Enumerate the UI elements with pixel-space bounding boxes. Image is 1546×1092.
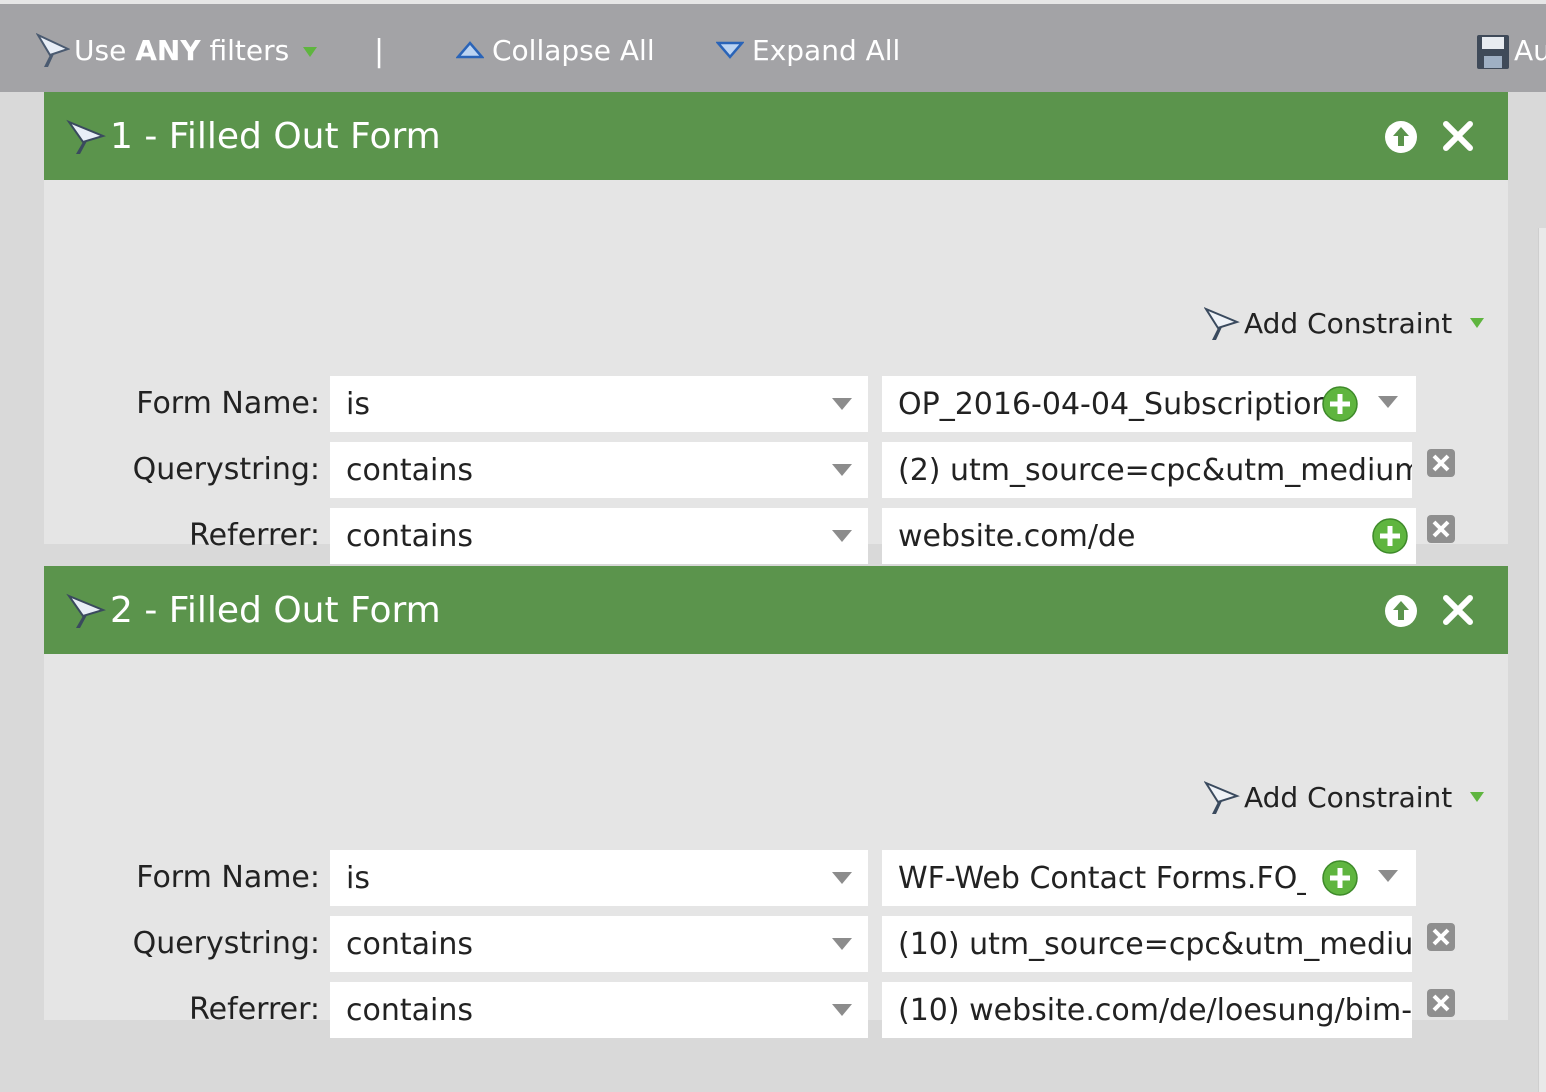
operator-value: contains: [346, 518, 473, 554]
filter-mode-suffix: filters: [200, 33, 290, 67]
filter-card-2: 2 - Filled Out Form Add Constraint Form …: [44, 566, 1508, 1038]
filter-card-title: 1 - Filled Out Form: [110, 115, 441, 157]
filter-card-body: Add Constraint Form Name: is OP_2016-04-…: [44, 180, 1508, 564]
form-name-label: Form Name:: [136, 386, 320, 421]
filter-card-header[interactable]: 2 - Filled Out Form: [44, 566, 1508, 654]
funnel-icon: [36, 32, 70, 67]
querystring-operator-select[interactable]: contains: [330, 916, 868, 972]
add-constraint-button[interactable]: Add Constraint: [1204, 304, 1485, 342]
filter-logic-dropdown[interactable]: Use ANY filters: [36, 30, 318, 70]
filter-card-1: 1 - Filled Out Form Add Constraint Form …: [44, 92, 1508, 564]
caret-down-icon: [832, 530, 852, 542]
form-name-operator-select[interactable]: is: [330, 850, 868, 906]
funnel-icon: [66, 593, 106, 628]
add-constraint-button[interactable]: Add Constraint: [1204, 778, 1485, 816]
caret-down-icon[interactable]: [1378, 870, 1398, 882]
querystring-operator-select[interactable]: contains: [330, 442, 868, 498]
referrer-value: website.com/de: [898, 518, 1136, 554]
remove-row-icon[interactable]: [1426, 448, 1456, 478]
move-up-icon[interactable]: [1384, 120, 1418, 154]
move-up-icon[interactable]: [1384, 594, 1418, 628]
add-constraint-label: Add Constraint: [1244, 306, 1453, 340]
referrer-label: Referrer:: [189, 518, 320, 553]
filter-mode-any: ANY: [135, 33, 201, 67]
querystring-value: (2) utm_source=cpc&utm_medium=g: [898, 452, 1412, 488]
form-name-operator-select[interactable]: is: [330, 376, 868, 432]
expand-triangle-icon: [716, 41, 744, 59]
operator-value: contains: [346, 452, 473, 488]
auto-save-label[interactable]: Au: [1514, 30, 1546, 70]
querystring-value-field[interactable]: (2) utm_source=cpc&utm_medium=g: [882, 442, 1412, 498]
collapse-all-button[interactable]: Collapse All: [456, 30, 655, 70]
form-name-value: OP_2016-04-04_Subscription: [898, 386, 1331, 422]
operator-value: contains: [346, 992, 473, 1028]
querystring-label: Querystring:: [132, 926, 320, 961]
dropdown-arrow-icon: [1470, 792, 1485, 802]
referrer-operator-select[interactable]: contains: [330, 508, 868, 564]
form-name-label: Form Name:: [136, 860, 320, 895]
form-name-value: WF-Web Contact Forms.FO_2: [898, 860, 1306, 896]
caret-down-icon: [832, 1004, 852, 1016]
querystring-label: Querystring:: [132, 452, 320, 487]
remove-row-icon[interactable]: [1426, 988, 1456, 1018]
collapse-all-label: Collapse All: [492, 33, 655, 67]
funnel-icon: [66, 119, 106, 154]
caret-down-icon[interactable]: [1378, 396, 1398, 408]
filter-card-header[interactable]: 1 - Filled Out Form: [44, 92, 1508, 180]
dropdown-arrow-icon: [1470, 318, 1485, 328]
caret-down-icon: [832, 398, 852, 410]
expand-all-button[interactable]: Expand All: [716, 30, 900, 70]
collapse-triangle-icon: [456, 41, 484, 59]
filter-mode-prefix: Use: [74, 33, 136, 67]
operator-value: is: [346, 860, 370, 896]
filter-card-title: 2 - Filled Out Form: [110, 589, 441, 631]
caret-down-icon: [832, 464, 852, 476]
operator-value: is: [346, 386, 370, 422]
funnel-icon: [1204, 307, 1240, 340]
filter-toolbar: Use ANY filters | Collapse All Expand Al…: [0, 0, 1546, 92]
referrer-value-field[interactable]: website.com/de: [882, 508, 1416, 564]
toolbar-separator: |: [374, 34, 385, 69]
close-icon[interactable]: [1442, 120, 1474, 152]
save-disk-icon[interactable]: [1476, 34, 1510, 70]
add-value-icon[interactable]: [1322, 386, 1358, 422]
add-value-icon[interactable]: [1322, 860, 1358, 896]
expand-all-label: Expand All: [752, 33, 901, 67]
dropdown-arrow-icon: [303, 47, 318, 57]
scrollbar-track[interactable]: [1538, 228, 1546, 1092]
add-value-icon[interactable]: [1372, 518, 1408, 554]
referrer-label: Referrer:: [189, 992, 320, 1027]
referrer-value: (10) website.com/de/loesung/bim-lo: [898, 992, 1412, 1028]
caret-down-icon: [832, 872, 852, 884]
add-constraint-label: Add Constraint: [1244, 780, 1453, 814]
funnel-icon: [1204, 781, 1240, 814]
querystring-value: (10) utm_source=cpc&utm_medium=cpc: [898, 926, 1412, 962]
querystring-value-field[interactable]: (10) utm_source=cpc&utm_medium=cpc: [882, 916, 1412, 972]
close-icon[interactable]: [1442, 594, 1474, 626]
remove-row-icon[interactable]: [1426, 514, 1456, 544]
referrer-value-field[interactable]: (10) website.com/de/loesung/bim-lo: [882, 982, 1412, 1038]
remove-row-icon[interactable]: [1426, 922, 1456, 952]
referrer-operator-select[interactable]: contains: [330, 982, 868, 1038]
filter-card-body: Add Constraint Form Name: is WF-Web Cont…: [44, 654, 1508, 1038]
caret-down-icon: [832, 938, 852, 950]
operator-value: contains: [346, 926, 473, 962]
